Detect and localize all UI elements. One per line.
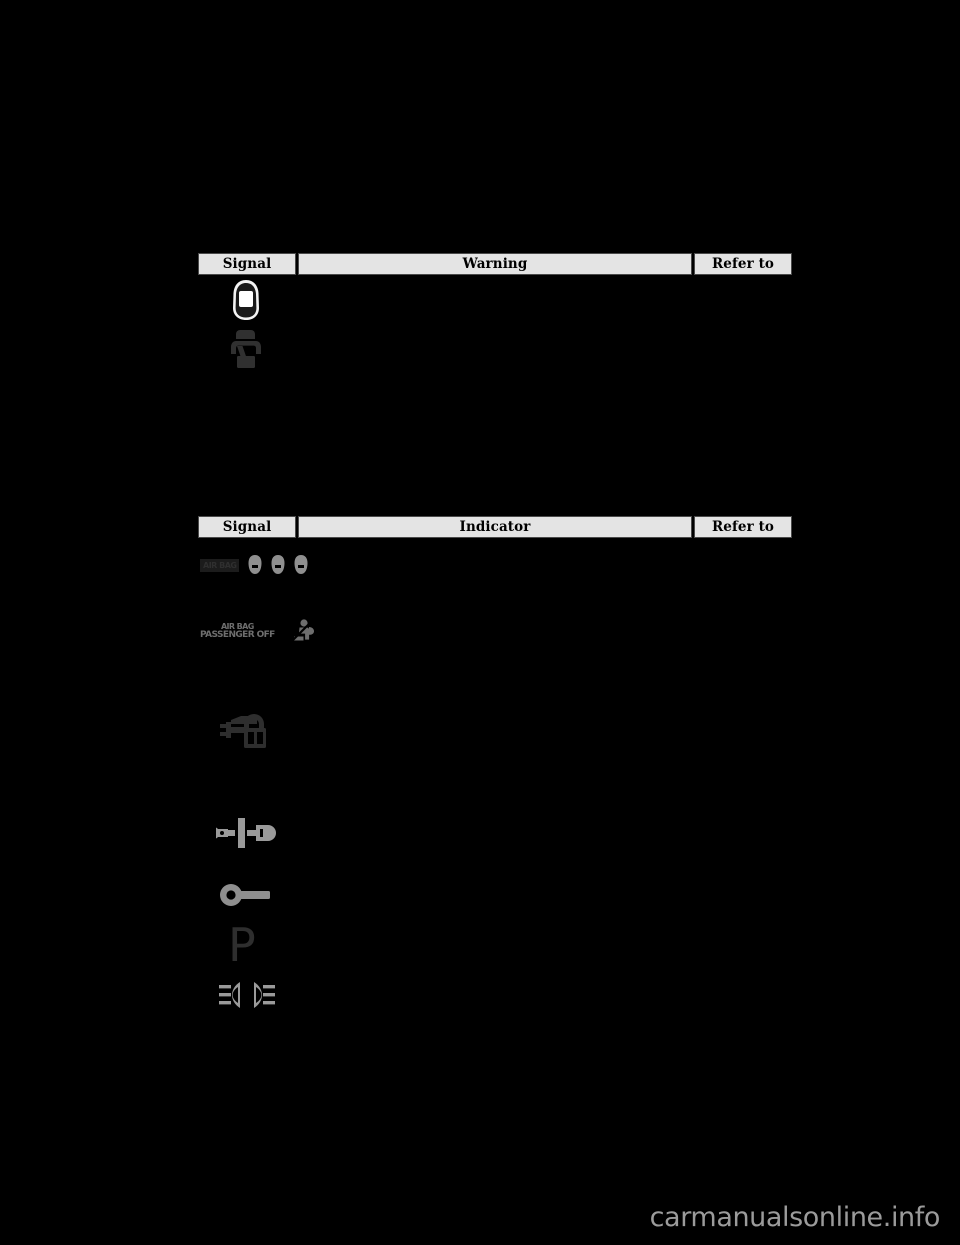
airbag-off-line-2: PASSENGER OFF	[200, 630, 275, 640]
indicator-row-3-signal	[218, 706, 276, 756]
table-header-row: Signal Indicator Refer to	[198, 516, 792, 538]
passenger-airbag-off-label: AIR BAG PASSENGER OFF	[200, 622, 275, 640]
key-icon	[218, 882, 276, 914]
airbag-label-badge: AIR BAG	[200, 558, 240, 572]
indicator-row-5-signal	[218, 882, 276, 914]
watermark: carmanualsonline.info	[649, 1202, 941, 1233]
airbag-seatbelt-indicator-icon	[247, 553, 318, 577]
indicator-row-2-signal: AIR BAG PASSENGER OFF	[200, 618, 315, 644]
indicator-table: Signal Indicator Refer to	[196, 516, 794, 538]
parking-brake-p-icon: P	[228, 918, 256, 972]
warning-row-2-signal	[224, 327, 268, 371]
column-header-signal: Signal	[198, 516, 296, 538]
warning-table: Signal Warning Refer to	[196, 253, 794, 275]
column-header-refer-to: Refer to	[694, 253, 792, 275]
column-header-indicator: Indicator	[298, 516, 692, 538]
indicator-row-7-signal	[218, 978, 276, 1012]
warning-row-1-signal	[228, 278, 264, 322]
indicator-row-1-signal: AIR BAG	[200, 553, 318, 577]
immobilizer-key-lock-icon	[218, 706, 276, 756]
column-header-warning: Warning	[298, 253, 692, 275]
headlight-high-beam-icon	[218, 978, 276, 1012]
column-header-refer-to: Refer to	[694, 516, 792, 538]
table-header-row: Signal Warning Refer to	[198, 253, 792, 275]
column-header-signal: Signal	[198, 253, 296, 275]
indicator-row-6-signal: P	[228, 918, 256, 972]
indicator-row-4-signal	[207, 812, 276, 854]
document-page: Signal Warning Refer to Signal Indicator…	[0, 0, 960, 1245]
car-top-view-door-ajar-icon	[228, 278, 264, 322]
key-in-door-icon	[207, 812, 276, 854]
seat-belt-warning-icon	[224, 327, 268, 371]
passenger-airbag-off-icon	[288, 618, 315, 644]
